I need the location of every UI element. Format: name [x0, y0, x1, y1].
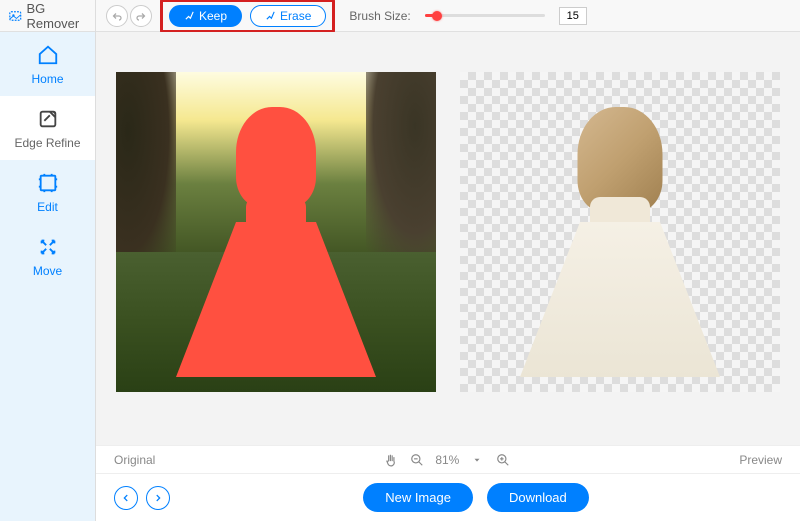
sidebar-label-home: Home [31, 72, 63, 86]
prev-image-button[interactable] [114, 486, 138, 510]
original-panel[interactable] [116, 72, 436, 392]
sidebar-item-edit[interactable]: Edit [0, 160, 95, 224]
slider-thumb [432, 11, 442, 21]
canvas-area [96, 32, 800, 445]
transparency-checker [460, 72, 780, 392]
erase-label: Erase [280, 9, 311, 23]
next-image-button[interactable] [146, 486, 170, 510]
eraser-icon [265, 10, 276, 21]
zoom-in-icon[interactable] [495, 452, 511, 468]
app-container: BG Remover Home Edge Refine Edit [0, 0, 800, 521]
bg-tree-left [116, 72, 176, 272]
mask-dress [176, 222, 376, 377]
download-button[interactable]: Download [487, 483, 589, 512]
sidebar-label-edit: Edit [37, 200, 58, 214]
status-bar: Original 81% Preview [96, 445, 800, 473]
pan-icon[interactable] [383, 452, 399, 468]
brush-size-label: Brush Size: [349, 9, 410, 23]
mask-hair [236, 107, 316, 207]
new-image-button[interactable]: New Image [363, 483, 473, 512]
brush-size-value[interactable]: 15 [559, 7, 587, 25]
sidebar-item-move[interactable]: Move [0, 224, 95, 288]
page-arrows [114, 486, 170, 510]
sidebar-item-home[interactable]: Home [0, 32, 95, 96]
history-arrows [106, 5, 152, 27]
preview-panel[interactable] [460, 72, 780, 392]
toolbar: Keep Erase Brush Size: 15 [96, 0, 800, 32]
bottom-bar: New Image Download [96, 473, 800, 521]
preview-dress [520, 222, 720, 377]
brush-size-slider[interactable] [425, 14, 545, 17]
app-logo-icon [8, 7, 23, 25]
logo: BG Remover [0, 0, 95, 32]
home-icon [37, 44, 59, 66]
zoom-controls: 81% [155, 452, 739, 468]
zoom-dropdown-icon[interactable] [469, 452, 485, 468]
undo-button[interactable] [106, 5, 128, 27]
edit-icon [37, 172, 59, 194]
zoom-value: 81% [435, 453, 459, 467]
subject-mask [176, 107, 376, 372]
zoom-out-icon[interactable] [409, 452, 425, 468]
keep-label: Keep [199, 9, 227, 23]
original-label: Original [114, 453, 155, 467]
tool-highlight: Keep Erase [160, 0, 335, 33]
sidebar-item-edge-refine[interactable]: Edge Refine [0, 96, 95, 160]
keep-button[interactable]: Keep [169, 5, 242, 27]
slider-track [425, 14, 545, 17]
original-image [116, 72, 436, 392]
bg-tree-right [366, 72, 436, 252]
action-buttons: New Image Download [170, 483, 782, 512]
preview-label: Preview [739, 453, 782, 467]
app-title: BG Remover [27, 1, 88, 31]
erase-button[interactable]: Erase [250, 5, 326, 27]
redo-button[interactable] [130, 5, 152, 27]
edge-refine-icon [37, 108, 59, 130]
sidebar: BG Remover Home Edge Refine Edit [0, 0, 96, 521]
preview-subject [520, 107, 720, 372]
sidebar-label-edge-refine: Edge Refine [14, 136, 80, 150]
sidebar-label-move: Move [33, 264, 62, 278]
move-icon [37, 236, 59, 258]
main-area: Keep Erase Brush Size: 15 [96, 0, 800, 521]
brush-icon [184, 10, 195, 21]
